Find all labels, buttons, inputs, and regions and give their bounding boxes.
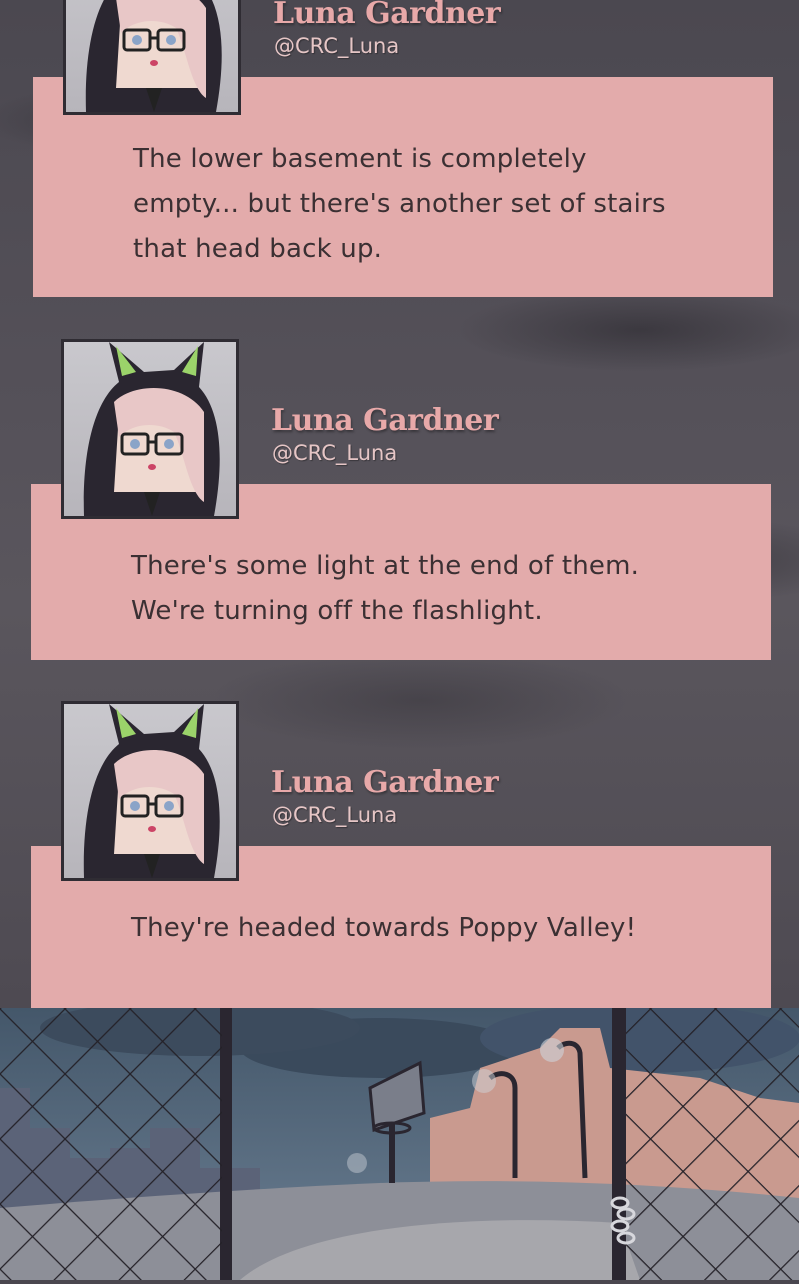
message-text: They're headed towards Poppy Valley! xyxy=(131,913,637,943)
basketball-hoop-fence-illustration xyxy=(0,1000,799,1280)
avatar-cat-hood-icon xyxy=(83,704,220,878)
basketball-court-scene xyxy=(0,1000,799,1280)
author-handle[interactable]: @CRC_Luna xyxy=(272,803,397,827)
avatar[interactable] xyxy=(61,701,239,881)
post-card-3: They're headed towards Poppy Valley! Lun… xyxy=(0,0,799,1008)
author-name[interactable]: Luna Gardner xyxy=(271,765,499,800)
